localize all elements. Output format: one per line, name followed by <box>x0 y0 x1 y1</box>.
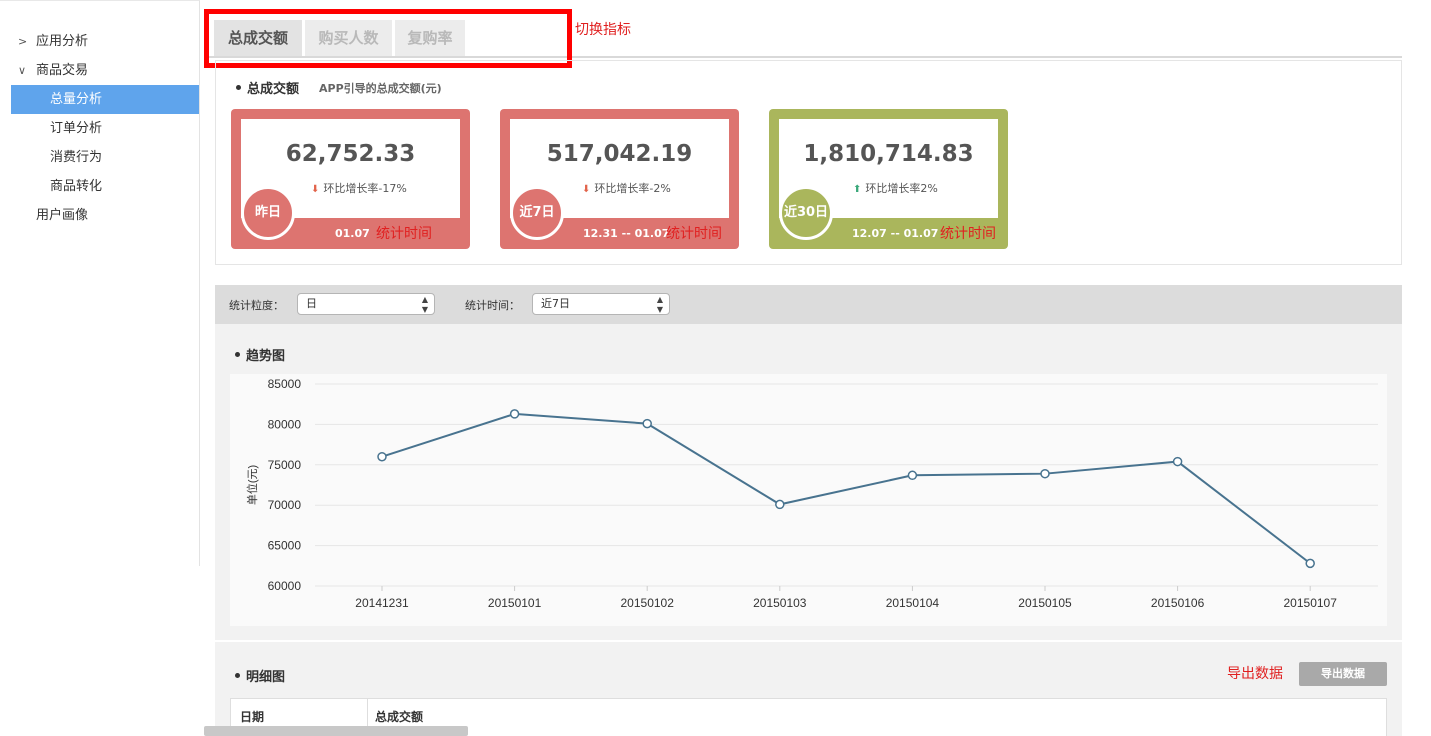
x-tick-label: 20150103 <box>753 596 807 610</box>
series-line <box>381 412 1311 565</box>
sidebar-item-product-conversion[interactable]: 商品转化 <box>11 172 199 201</box>
data-point <box>1172 456 1183 467</box>
detail-title: 明细图 <box>235 666 285 685</box>
y-axis-label: 单位(元) <box>245 465 259 505</box>
bullet-icon <box>235 673 240 678</box>
sidebar-item-label: 消费行为 <box>50 150 103 165</box>
kpi-card-30days: 1,810,714.83 ⬆ 环比增长率2% 近30日 12.07 -- 01.0… <box>769 109 1008 249</box>
y-tick-label: 80000 <box>268 417 302 431</box>
kpi-value: 517,042.19 <box>546 141 693 167</box>
sidebar-item-consumer-behavior[interactable]: 消费行为 <box>11 143 199 172</box>
sidebar-item-order-analysis[interactable]: 订单分析 <box>11 114 199 143</box>
column-header-date[interactable]: 日期 <box>240 708 264 725</box>
data-point <box>642 418 652 429</box>
x-tick-label: 20141231 <box>355 596 409 610</box>
y-tick-label: 75000 <box>268 458 302 472</box>
annotation-switch-metric: 切换指标 <box>575 22 631 38</box>
summary-title-text: 总成交额 <box>247 82 300 97</box>
kpi-rate: ⬇ 环比增长率-17% <box>311 180 407 196</box>
sidebar: > 应用分析 ∨ 商品交易 总量分析 订单分析 消费行为 商品转化 用户画像 <box>0 0 200 566</box>
sidebar-item-total-analysis[interactable]: 总量分析 <box>11 85 199 114</box>
sidebar-item-user-profile[interactable]: 用户画像 <box>0 201 200 230</box>
granularity-label: 统计粒度： <box>229 299 284 312</box>
x-tick-label: 20150105 <box>1018 596 1072 610</box>
trend-title: 趋势图 <box>235 345 285 364</box>
summary-subtitle: APP引导的总成交额(元) <box>319 82 442 95</box>
horizontal-scrollbar[interactable] <box>204 726 468 736</box>
kpi-value: 1,810,714.83 <box>803 141 974 167</box>
data-point <box>907 470 918 481</box>
chevron-right-icon: > <box>18 35 28 48</box>
annotation-stat-time: 统计时间 <box>940 226 996 242</box>
kpi-card-7days: 517,042.19 ⬇ 环比增长率-2% 近7日 12.31 -- 01.07 … <box>500 109 739 249</box>
trend-chart-area: 85000 80000 75000 70000 65000 60000 20141231 20… <box>230 374 1387 626</box>
kpi-value: 62,752.33 <box>285 141 416 167</box>
data-point <box>775 499 785 510</box>
bullet-icon <box>235 352 240 357</box>
trend-title-text: 趋势图 <box>246 349 286 364</box>
kpi-card-yesterday: 62,752.33 ⬇ 环比增长率-17% 昨日 01.07 统计时间 <box>231 109 470 249</box>
kpi-date: 12.31 -- 01.07 <box>583 227 670 240</box>
time-range-select-value: 近7日 <box>541 297 570 310</box>
trend-panel: 趋势图 85000 80000 75000 70000 65000 60000 201412… <box>215 324 1402 640</box>
data-point <box>1040 468 1050 479</box>
sidebar-item-label: 订单分析 <box>50 121 103 136</box>
kpi-date: 01.07 <box>335 227 370 240</box>
time-label: 统计时间： <box>465 299 520 312</box>
kpi-rate-text: 环比增长率2% <box>865 182 938 195</box>
select-updown-icon: ▲ ▼ <box>421 295 428 314</box>
chevron-down-icon: ∨ <box>18 64 27 77</box>
data-point <box>377 451 387 462</box>
detail-title-text: 明细图 <box>246 670 286 685</box>
bullet-icon <box>236 85 241 90</box>
sidebar-item-label: 用户画像 <box>36 208 89 223</box>
kpi-badge: 近7日 <box>510 186 564 240</box>
annotation-stat-time: 统计时间 <box>666 226 722 242</box>
time-range-select[interactable]: 近7日 ▲ ▼ <box>532 293 670 315</box>
sidebar-item-label: 应用分析 <box>36 34 89 49</box>
app-window: > 应用分析 ∨ 商品交易 总量分析 订单分析 消费行为 商品转化 用户画像 总… <box>0 0 1431 736</box>
kpi-rate: ⬆ 环比增长率2% <box>853 180 938 196</box>
filter-bar: 统计粒度： 日 ▲ ▼ 统计时间： 近7日 ▲ ▼ <box>215 285 1402 324</box>
sidebar-item-label: 总量分析 <box>50 92 103 107</box>
trend-line-chart: 85000 80000 75000 70000 65000 60000 20141231 20… <box>245 377 1378 610</box>
detail-panel: 明细图 导出数据 导出数据 日期 总成交额 <box>215 642 1402 736</box>
summary-title: 总成交额 <box>236 78 299 97</box>
x-tick-label: 20150107 <box>1284 596 1338 610</box>
export-data-button[interactable]: 导出数据 <box>1299 662 1387 686</box>
y-tick-label: 70000 <box>268 498 302 512</box>
annotation-export-data: 导出数据 <box>1227 666 1283 682</box>
x-tick-label: 20150101 <box>488 596 542 610</box>
sidebar-item-app-analysis[interactable]: > 应用分析 <box>0 27 200 56</box>
x-tick-label: 20150102 <box>621 596 675 610</box>
select-updown-icon: ▲ ▼ <box>656 295 663 314</box>
granularity-select-value: 日 <box>306 297 317 310</box>
kpi-rate-text: 环比增长率-17% <box>323 182 407 195</box>
y-tick-label: 65000 <box>268 539 302 553</box>
sidebar-nav: > 应用分析 ∨ 商品交易 总量分析 订单分析 消费行为 商品转化 用户画像 <box>0 27 200 230</box>
kpi-rate: ⬇ 环比增长率-2% <box>582 180 671 196</box>
data-point <box>509 409 520 419</box>
kpi-badge: 近30日 <box>779 186 833 240</box>
y-tick-label: 60000 <box>268 579 302 593</box>
sidebar-item-label: 商品转化 <box>50 179 103 194</box>
sidebar-item-label: 商品交易 <box>36 63 89 78</box>
arrow-down-icon: ⬇ <box>582 184 591 195</box>
arrow-down-icon: ⬇ <box>311 184 320 195</box>
data-point <box>1305 558 1315 569</box>
sidebar-item-product-trade[interactable]: ∨ 商品交易 <box>0 56 200 85</box>
kpi-badge: 昨日 <box>241 186 295 240</box>
arrow-up-icon: ⬆ <box>853 184 862 195</box>
kpi-rate-text: 环比增长率-2% <box>594 182 671 195</box>
column-header-total[interactable]: 总成交额 <box>375 708 423 725</box>
x-tick-label: 20150106 <box>1151 596 1205 610</box>
granularity-select[interactable]: 日 ▲ ▼ <box>297 293 435 315</box>
annotation-stat-time: 统计时间 <box>376 226 432 242</box>
kpi-date: 12.07 -- 01.07 <box>852 227 939 240</box>
y-tick-label: 85000 <box>268 377 302 391</box>
x-tick-label: 20150104 <box>886 596 940 610</box>
